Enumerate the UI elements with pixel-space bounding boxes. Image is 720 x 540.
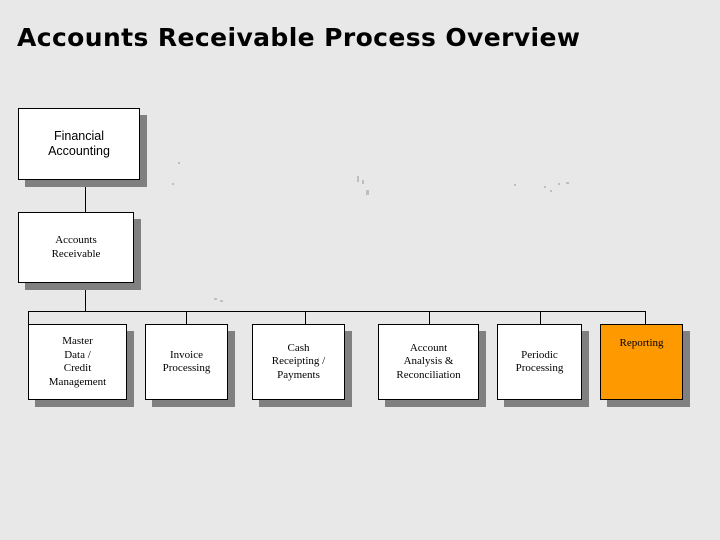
connector-drop-reporting [645,311,646,324]
node-label: Master Data / Credit Management [48,335,107,388]
connector-bus [28,311,646,312]
node-reporting[interactable]: Reporting [600,324,683,400]
artifact-speck [357,176,359,182]
artifact-speck [558,183,560,185]
artifact-speck [178,162,180,164]
node-invoice-processing[interactable]: Invoice Processing [145,324,228,400]
node-label: Cash Receipting / Payments [271,341,326,381]
page-title: Accounts Receivable Process Overview [17,23,581,52]
node-label: Financial Accounting [48,129,110,158]
node-cash-receipting-payments[interactable]: Cash Receipting / Payments [252,324,345,400]
artifact-speck [362,180,364,184]
artifact-speck [514,184,516,186]
connector-drop-periodic-processing [540,311,541,324]
artifact-speck [544,186,546,188]
node-label: Reporting [619,337,664,349]
node-label: Invoice Processing [162,348,211,375]
artifact-speck [550,190,552,192]
artifact-speck [214,298,217,300]
node-account-analysis-reconciliation[interactable]: Account Analysis & Reconciliation [378,324,479,400]
node-label: Periodic Processing [515,348,564,375]
connector-drop-master-data [28,311,29,324]
connector-drop-account-analysis [429,311,430,324]
node-accounts-receivable[interactable]: Accounts Receivable [18,212,134,283]
node-financial-accounting[interactable]: Financial Accounting [18,108,140,180]
artifact-speck [366,190,369,195]
node-label: Accounts Receivable [51,234,101,260]
connector-drop-invoice-processing [186,311,187,324]
connector-drop-cash-receipting [305,311,306,324]
artifact-speck [566,182,569,184]
node-master-data-credit-management[interactable]: Master Data / Credit Management [28,324,127,400]
node-label: Account Analysis & Reconciliation [396,341,461,381]
node-periodic-processing[interactable]: Periodic Processing [497,324,582,400]
artifact-speck [220,300,223,302]
artifact-speck [172,183,174,185]
slide-canvas: Accounts Receivable Process Overview Fin… [0,0,720,540]
